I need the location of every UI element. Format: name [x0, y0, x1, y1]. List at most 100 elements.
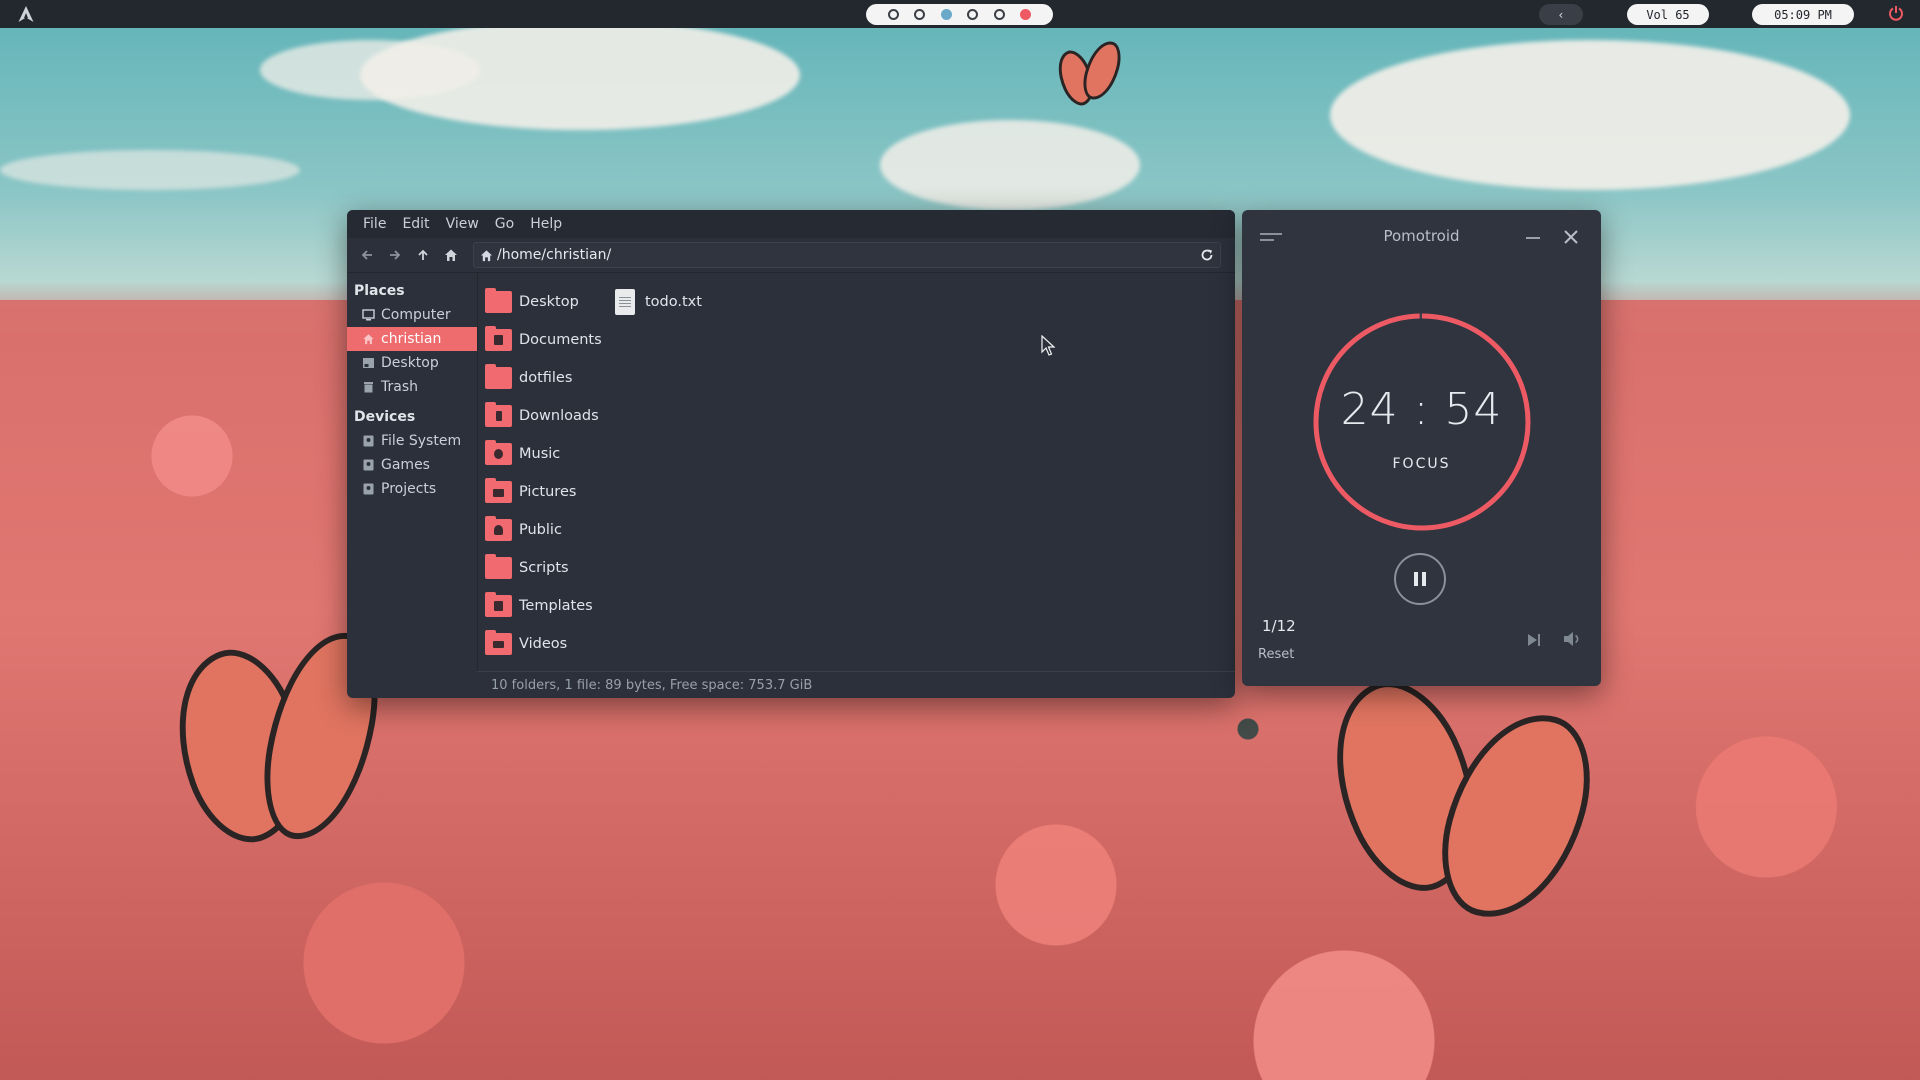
butterfly-image: [1049, 36, 1126, 120]
folder-label: Documents: [519, 332, 602, 348]
home-icon: [363, 334, 374, 345]
power-icon[interactable]: [1888, 5, 1904, 21]
sidebar-item-trash[interactable]: Trash: [347, 375, 477, 399]
pause-button[interactable]: [1394, 553, 1446, 605]
sidebar-item-label: Games: [381, 457, 430, 473]
drive-icon: [363, 435, 374, 447]
minimize-icon[interactable]: [1526, 237, 1540, 239]
sidebar-item-label: File System: [381, 433, 462, 449]
home-icon[interactable]: [437, 242, 465, 268]
pause-icon: [1414, 572, 1418, 586]
sidebar-item-label: Desktop: [381, 355, 439, 371]
toolbar: /home/christian/: [347, 238, 1235, 273]
file-todo-txt[interactable]: todo.txt: [615, 287, 702, 317]
forward-icon[interactable]: [381, 242, 409, 268]
arch-logo-icon[interactable]: [17, 5, 35, 23]
sidebar-item-christian[interactable]: christian: [347, 327, 477, 351]
pomotroid-window: Pomotroid 24 : 54 FOCUS 1/12 Reset: [1242, 210, 1601, 686]
folder-downloads[interactable]: Downloads: [485, 401, 599, 431]
pause-icon: [1422, 572, 1426, 586]
back-button[interactable]: ‹: [1539, 4, 1583, 25]
menu-go[interactable]: Go: [487, 216, 522, 232]
status-text: 10 folders, 1 file: 89 bytes, Free space…: [491, 677, 813, 693]
reload-icon[interactable]: [1200, 248, 1214, 262]
folder-icon: [485, 288, 512, 313]
folder-label: Scripts: [519, 560, 569, 576]
top-bar: ‹ Vol 65 05:09 PM: [0, 0, 1920, 28]
volume-icon[interactable]: [1563, 631, 1581, 647]
workspace-1-dot[interactable]: [887, 9, 899, 20]
butterfly-image: [1301, 662, 1608, 960]
folder-label: Desktop: [519, 294, 579, 310]
folder-label: dotfiles: [519, 370, 573, 386]
menu-view[interactable]: View: [438, 216, 487, 232]
folder-music[interactable]: Music: [485, 439, 560, 469]
location-path[interactable]: /home/christian/: [497, 247, 1200, 263]
folder-documents[interactable]: Documents: [485, 325, 602, 355]
menu-help[interactable]: Help: [522, 216, 570, 232]
reset-button[interactable]: Reset: [1258, 647, 1294, 662]
round-counter: 1/12: [1262, 617, 1296, 635]
menu-file[interactable]: File: [355, 216, 394, 232]
sidebar-item-file-system[interactable]: File System: [347, 429, 477, 453]
window-title: Pomotroid: [1383, 227, 1460, 245]
location-bar[interactable]: /home/christian/: [473, 242, 1221, 268]
folder-videos[interactable]: Videos: [485, 629, 567, 659]
menu-edit[interactable]: Edit: [394, 216, 437, 232]
back-icon[interactable]: [353, 242, 381, 268]
folder-icon: [485, 554, 512, 579]
sidebar-item-label: Computer: [381, 307, 451, 323]
sidebar-item-projects[interactable]: Projects: [347, 477, 477, 501]
workspace-6-dot[interactable]: [1020, 9, 1032, 20]
home-icon: [480, 249, 493, 261]
folder-templates[interactable]: Templates: [485, 591, 593, 621]
folder-label: Templates: [519, 598, 593, 614]
pictures-folder-icon: [485, 478, 512, 503]
drive-icon: [363, 459, 374, 471]
folder-label: Videos: [519, 636, 568, 652]
folder-label: Public: [519, 522, 562, 538]
file-list: Desktop Documents dotfiles Downloads Mus…: [478, 273, 1235, 671]
trash-icon: [364, 382, 373, 393]
documents-folder-icon: [485, 326, 512, 351]
sidebar-heading-places: Places: [354, 283, 405, 299]
workspace-3-dot[interactable]: [940, 9, 952, 20]
wallpaper-cloud: [260, 40, 480, 100]
folder-desktop[interactable]: Desktop: [485, 287, 579, 317]
desktop-icon: [363, 358, 374, 368]
computer-icon: [362, 309, 375, 321]
public-folder-icon: [485, 516, 512, 541]
sidebar-heading-devices: Devices: [354, 409, 416, 425]
wallpaper-cloud: [0, 150, 300, 190]
sidebar-item-label: Projects: [381, 481, 437, 497]
folder-pictures[interactable]: Pictures: [485, 477, 576, 507]
sidebar-item-label: christian: [381, 331, 442, 347]
folder-label: Music: [519, 446, 561, 462]
music-folder-icon: [485, 440, 512, 465]
volume-indicator[interactable]: Vol 65: [1627, 4, 1709, 25]
folder-label: Pictures: [519, 484, 577, 500]
folder-dotfiles[interactable]: dotfiles: [485, 363, 572, 393]
workspace-switcher: [866, 4, 1053, 25]
text-file-icon: [615, 289, 635, 315]
sidebar-item-desktop[interactable]: Desktop: [347, 351, 477, 375]
folder-public[interactable]: Public: [485, 515, 562, 545]
up-icon[interactable]: [409, 242, 437, 268]
timer-mode-label: FOCUS: [1392, 456, 1451, 472]
close-icon[interactable]: [1562, 228, 1580, 246]
videos-folder-icon: [485, 630, 512, 655]
folder-icon: [485, 364, 512, 389]
sidebar-item-computer[interactable]: Computer: [347, 303, 477, 327]
clock: 05:09 PM: [1752, 4, 1854, 25]
workspace-5-dot[interactable]: [993, 9, 1005, 20]
drive-icon: [363, 483, 374, 495]
menu-bar: File Edit View Go Help: [347, 210, 1235, 238]
sidebar-item-games[interactable]: Games: [347, 453, 477, 477]
wallpaper-cloud: [880, 120, 1140, 210]
workspace-4-dot[interactable]: [967, 9, 979, 20]
folder-label: Downloads: [519, 408, 599, 424]
workspace-2-dot[interactable]: [914, 9, 926, 20]
skip-icon[interactable]: [1526, 632, 1542, 648]
folder-scripts[interactable]: Scripts: [485, 553, 569, 583]
file-manager-window: File Edit View Go Help /home/christian/: [347, 210, 1235, 698]
